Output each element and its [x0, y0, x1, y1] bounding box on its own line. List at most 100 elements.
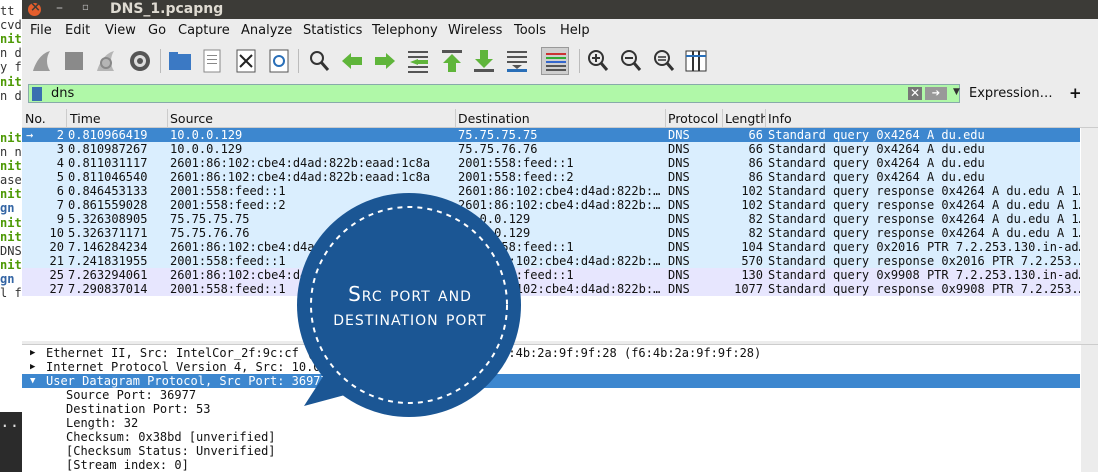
detail-protocol-node[interactable]: ▶Ethernet II, Src: IntelCor_2f:9c:cf (00…: [22, 346, 1080, 360]
detail-protocol-node[interactable]: ▼ User Datagram Protocol, Src Port: 36977…: [22, 374, 1080, 388]
packet-info: Standard query 0x4264 A du.edu: [768, 128, 985, 142]
find-icon[interactable]: [305, 47, 333, 75]
menu-capture[interactable]: Capture: [178, 23, 230, 38]
terminal-line: cvd: [0, 18, 22, 33]
first-packet-icon[interactable]: [438, 47, 466, 75]
terminal-line: nit: [0, 32, 22, 47]
menu-file[interactable]: File: [30, 23, 52, 38]
title-bar: – ▫ DNS_1.pcapng: [22, 0, 1098, 19]
reload-icon[interactable]: [265, 47, 293, 75]
display-filter-value[interactable]: dns: [51, 86, 74, 101]
column-header-time[interactable]: Time: [70, 111, 101, 126]
packet-row[interactable]: 9 5.326308905 75.75.75.75 10.0.0.129 DNS 82 St…: [22, 212, 1080, 226]
collapsed-arrow-icon[interactable]: ▶: [30, 360, 35, 374]
packet-proto: DNS: [668, 156, 690, 170]
minimize-window-button[interactable]: –: [56, 1, 69, 15]
packet-row[interactable]: 7 0.861559028 2001:558:feed::2 2601:86:102:…: [22, 198, 1080, 212]
terminal-line: nit: [0, 257, 22, 272]
detail-protocol-node[interactable]: ▶ Internet Protocol Version 4, Src: 10.0.…: [22, 360, 1080, 374]
packet-row[interactable]: 25 7.263294061 2601:86:102:cbe4:d4ad:822b:…: [22, 268, 1080, 282]
forward-arrow-icon[interactable]: [371, 47, 399, 75]
detail-text: Source Port: 36977: [66, 388, 197, 402]
apply-filter-icon[interactable]: ➔: [925, 87, 947, 100]
column-header-no[interactable]: No.: [25, 111, 46, 126]
autoscroll-icon[interactable]: [503, 47, 531, 75]
packet-row[interactable]: 5 0.811046540 2601:86:102:cbe4:d4ad:822b:e…: [22, 170, 1080, 184]
column-header-protocol[interactable]: Protocol: [668, 111, 718, 126]
menu-tools[interactable]: Tools: [514, 23, 546, 38]
background-terminal-dark: ..: [0, 412, 22, 471]
menu-statistics[interactable]: Statistics: [303, 23, 362, 38]
menu-wireless[interactable]: Wireless: [448, 23, 502, 38]
clear-filter-icon[interactable]: ✕: [908, 87, 922, 100]
menu-help[interactable]: Help: [560, 23, 590, 38]
menu-view[interactable]: View: [105, 23, 136, 38]
packet-row[interactable]: 2 0.810966419 10.0.0.129 75.75.75.75 DNS 66 St…: [22, 128, 1080, 142]
file-set-icon[interactable]: [198, 47, 226, 75]
restart-icon[interactable]: [92, 47, 120, 75]
terminal-line: nit: [0, 159, 22, 174]
packet-row[interactable]: 27 7.290837014 2001:558:feed::1 2601:86:102…: [22, 282, 1080, 296]
terminal-line: gn: [0, 271, 15, 286]
terminal-line: nit: [0, 215, 22, 230]
detail-field[interactable]: Length: 32: [22, 416, 1080, 430]
zoom-in-icon[interactable]: [584, 47, 612, 75]
packet-no: 4: [56, 156, 64, 170]
detail-field[interactable]: Checksum: 0x38bd [unverified]: [22, 430, 1080, 444]
detail-field[interactable]: [Checksum Status: Unverified]: [22, 444, 1080, 458]
packet-details-scrollbar[interactable]: [1081, 345, 1098, 472]
expanded-arrow-icon[interactable]: ▼: [30, 374, 35, 388]
stop-icon[interactable]: [60, 47, 88, 75]
column-header-destination[interactable]: Destination: [458, 111, 530, 126]
resize-columns-icon[interactable]: [682, 47, 710, 75]
packet-src: 10.0.0.129: [170, 142, 243, 156]
packet-list-header: No. Time Source Destination Protocol Len…: [22, 109, 1098, 128]
detail-field[interactable]: Source Port: 36977: [22, 388, 1080, 402]
detail-field[interactable]: Destination Port: 53: [22, 402, 1080, 416]
packet-row[interactable]: 21 7.241831955 2001:558:feed::1 2601:86:102…: [22, 254, 1080, 268]
add-filter-button[interactable]: +: [1069, 84, 1082, 102]
close-window-button[interactable]: [28, 0, 41, 16]
packet-proto: DNS: [668, 226, 690, 240]
expression-button[interactable]: Expression…: [969, 86, 1053, 101]
normal-size-icon[interactable]: [650, 47, 678, 75]
back-arrow-icon[interactable]: [338, 47, 366, 75]
detail-text: Destination Port: 53: [66, 402, 211, 416]
colorize-icon[interactable]: [541, 47, 569, 75]
packet-row[interactable]: 105.32637117175.75.76.7610.0.0.129DNS82S…: [22, 226, 1080, 240]
column-header-info[interactable]: Info: [768, 111, 792, 126]
maximize-window-button[interactable]: ▫: [82, 2, 95, 15]
window-title: DNS_1.pcapng: [110, 1, 224, 17]
menu-analyze[interactable]: Analyze: [241, 23, 292, 38]
zoom-out-icon[interactable]: [617, 47, 645, 75]
packet-row[interactable]: 3 0.810987267 10.0.0.129 75.75.76.76 DNS 66 St…: [22, 142, 1080, 156]
shark-fin-start-icon[interactable]: [28, 47, 56, 75]
packet-info: Standard query 0x2016 PTR 7.2.253.130.in…: [768, 240, 1080, 254]
open-folder-icon[interactable]: [166, 47, 194, 75]
packet-row[interactable]: 6 0.846453133 2001:558:feed::1 2601:86:102:…: [22, 184, 1080, 198]
collapsed-arrow-icon[interactable]: ▶: [30, 346, 35, 360]
column-header-source[interactable]: Source: [170, 111, 213, 126]
terminal-line: gn: [0, 201, 15, 216]
packet-len: 1077: [734, 282, 763, 296]
display-filter-input[interactable]: dns ✕ ➔ ▼: [28, 84, 960, 103]
packet-proto: DNS: [668, 268, 690, 282]
go-to-packet-icon[interactable]: [404, 47, 432, 75]
packet-src: 10.0.0.129: [170, 128, 243, 142]
packet-src: 2601:86:102:cbe4:d4ad:822b:eaad:1c8a: [170, 170, 431, 184]
column-header-length[interactable]: Length: [725, 111, 765, 126]
terminal-line: y f: [0, 60, 22, 75]
packet-row[interactable]: 20 7.146284234 2601:86:102:cbe4:d4ad:822b:…: [22, 240, 1080, 254]
menu-go[interactable]: Go: [148, 23, 166, 38]
detail-field[interactable]: [Stream index: 0]: [22, 458, 1080, 472]
last-packet-icon[interactable]: [470, 47, 498, 75]
menu-edit[interactable]: Edit: [65, 23, 90, 38]
filter-history-dropdown-icon[interactable]: ▼: [953, 87, 960, 97]
options-gear-icon[interactable]: [126, 47, 154, 75]
packet-row[interactable]: 4 0.811031117 2601:86:102:cbe4:d4ad:822b:e…: [22, 156, 1080, 170]
menu-telephony[interactable]: Telephony: [372, 23, 438, 38]
close-file-icon[interactable]: [232, 47, 260, 75]
packet-list-scrollbar[interactable]: [1081, 128, 1098, 341]
filter-bookmark-icon[interactable]: [32, 87, 42, 101]
packet-info: Standard query 0x4264 A du.edu: [768, 142, 985, 156]
